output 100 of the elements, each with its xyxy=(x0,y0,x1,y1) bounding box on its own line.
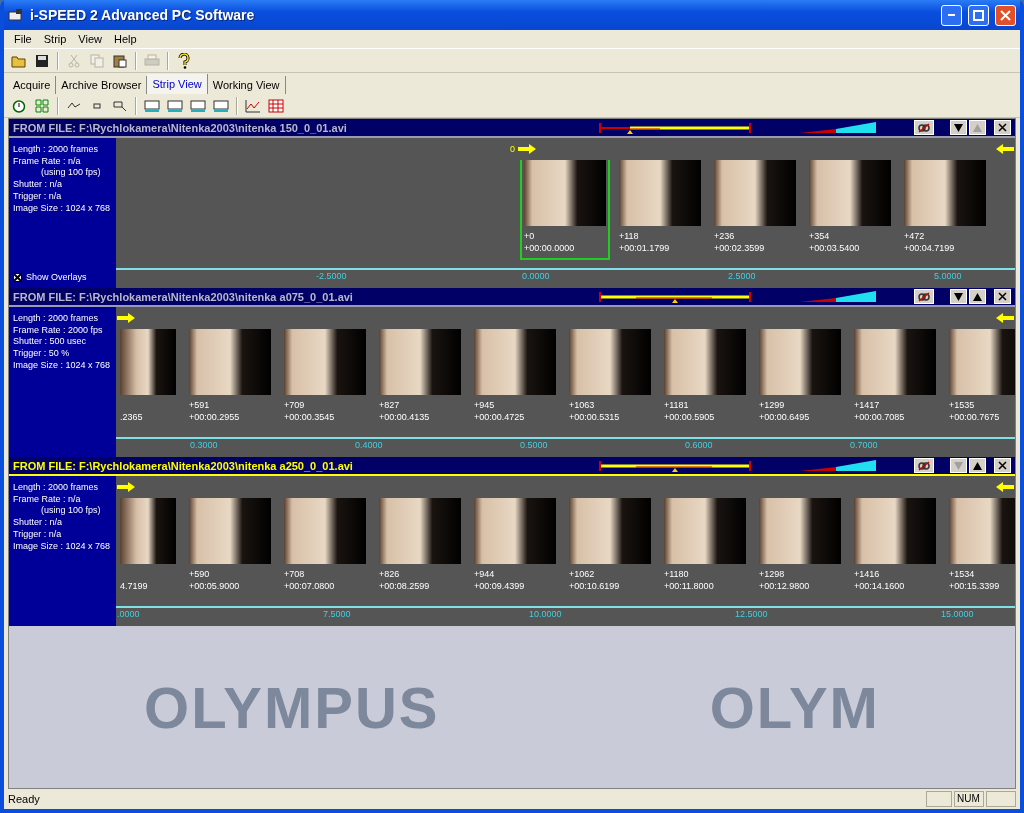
frame-number: +1063 xyxy=(569,399,596,411)
minimize-button[interactable] xyxy=(941,4,962,26)
frame-thumbnail[interactable]: +236 +00:02.3599 xyxy=(710,160,800,260)
overlay-toggle-button[interactable] xyxy=(914,458,934,473)
frame-thumbnail[interactable]: +1181 +00:00.5905 xyxy=(660,329,750,429)
move-down-button[interactable] xyxy=(950,120,967,135)
tab[interactable]: Strip View xyxy=(147,74,208,94)
frame-thumbnail[interactable]: +708 +00:07.0800 xyxy=(280,498,370,598)
info-text: Trigger : n/a xyxy=(13,190,63,203)
frame-time: +00:08.2599 xyxy=(379,580,431,592)
region-icon xyxy=(113,98,127,113)
info-text: Trigger : 50 % xyxy=(13,348,71,360)
left-arrow-icon[interactable] xyxy=(995,143,1015,155)
frame-time: +00:01.1799 xyxy=(619,242,671,254)
down-triangle-icon xyxy=(954,461,963,470)
info-text: (using 100 fps) xyxy=(40,505,102,518)
frame-number: +1299 xyxy=(759,399,786,411)
photo-placeholder xyxy=(949,329,1015,395)
menu-item[interactable]: File xyxy=(8,33,38,45)
frame-thumbnail[interactable]: +1062 +00:10.6199 xyxy=(565,498,655,598)
frame-thumbnail[interactable]: +1299 +00:00.6495 xyxy=(755,329,845,429)
frame-thumbnail[interactable]: +0 +00:00.0000 xyxy=(520,160,610,260)
frame-time: +00:03.5400 xyxy=(809,242,861,254)
frame-time: +00:00.3545 xyxy=(284,411,336,423)
strip-header[interactable]: FROM FILE: F:\Rychlokamera\Nitenka2003\nitenka a250_0_01.avi xyxy=(9,457,1015,476)
photo-placeholder xyxy=(949,498,1015,564)
frame-thumbnail[interactable]: +827 +00:00.4135 xyxy=(375,329,465,429)
frame-thumbnail[interactable]: +1417 +00:00.7085 xyxy=(850,329,940,429)
frame-time: +00:00.5905 xyxy=(664,411,716,423)
right-arrow-icon[interactable] xyxy=(116,481,136,493)
strip-header[interactable]: FROM FILE: F:\Rychlokamera\Nitenka2003\nitenka 150_0_01.avi xyxy=(9,119,1015,138)
frame-number: +1180 xyxy=(664,568,690,580)
copy-icon xyxy=(90,53,104,68)
frame-thumbnail[interactable]: +591 +00:00.2955 xyxy=(185,329,275,429)
folder-icon xyxy=(11,53,27,68)
checkbox[interactable] xyxy=(13,272,22,282)
info-text: Frame Rate : n/a xyxy=(13,155,82,168)
tab[interactable]: Working View xyxy=(207,76,286,94)
strip-layout-icon xyxy=(167,98,183,113)
info-text: Frame Rate : 2000 fps xyxy=(13,324,104,337)
frame-thumbnail[interactable]: +1063 +00:00.5315 xyxy=(565,329,655,429)
maximize-button[interactable] xyxy=(968,4,989,26)
left-arrow-icon[interactable] xyxy=(995,481,1015,493)
tab[interactable]: Acquire xyxy=(8,76,57,94)
frame-number: +1534 xyxy=(949,568,976,580)
frame-time: +00:07.0800 xyxy=(284,580,336,592)
frame-time: +00:15.3399 xyxy=(949,580,1001,592)
menu-item[interactable]: View xyxy=(72,33,108,45)
maximize-icon xyxy=(973,9,984,21)
strip-title: FROM FILE: F:\Rychlokamera\Nitenka2003\nitenka a075_0_01.avi xyxy=(13,290,354,303)
axis-label: 0.0000 xyxy=(522,271,550,281)
frame-time: .2365 xyxy=(120,411,144,423)
frame-thumbnail[interactable]: +118 +00:01.1799 xyxy=(615,160,705,260)
frame-thumbnail[interactable]: +1180 +00:11.8000 xyxy=(660,498,750,598)
logo-text: OLYMPUS xyxy=(144,673,440,741)
photo-placeholder xyxy=(120,329,176,395)
close-strip-button[interactable] xyxy=(994,289,1011,304)
up-triangle-icon xyxy=(973,461,982,470)
frame-thumbnail[interactable]: +590 +00:05.9000 xyxy=(185,498,275,598)
close-strip-button[interactable] xyxy=(994,120,1011,135)
frame-time: +00:00.7085 xyxy=(854,411,906,423)
frame-thumbnail[interactable]: .2365 xyxy=(116,329,180,429)
close-strip-button[interactable] xyxy=(994,458,1011,473)
frame-thumbnail[interactable]: +472 +00:04.7199 xyxy=(900,160,990,260)
frame-thumbnail[interactable]: 4.7199 xyxy=(116,498,180,598)
overlay-toggle-button[interactable] xyxy=(914,120,934,135)
frame-number: +590 xyxy=(189,568,211,580)
frame-thumbnail[interactable]: +1298 +00:12.9800 xyxy=(755,498,845,598)
left-arrow-icon[interactable] xyxy=(995,312,1015,324)
frame-time: +00:14.1600 xyxy=(854,580,906,592)
close-icon xyxy=(998,461,1007,470)
line-icon xyxy=(67,102,81,109)
menu-item[interactable]: Strip xyxy=(37,33,73,45)
axis-label: -2.5000 xyxy=(316,271,347,281)
axis-label: 2.5000 xyxy=(728,271,756,281)
frame-time: +00:00.7675 xyxy=(949,411,1001,423)
close-button[interactable] xyxy=(995,4,1016,26)
frame-thumbnail[interactable]: +1416 +00:14.1600 xyxy=(850,498,940,598)
move-up-button[interactable] xyxy=(969,458,986,473)
strip-layout-icon xyxy=(213,98,229,113)
frame-thumbnail[interactable]: +709 +00:00.3545 xyxy=(280,329,370,429)
move-up-button[interactable] xyxy=(969,289,986,304)
move-down-button[interactable] xyxy=(950,289,967,304)
frame-thumbnail[interactable]: +1535 +00:00.7675 xyxy=(945,329,1015,429)
frame-thumbnail[interactable]: +944 +00:09.4399 xyxy=(470,498,560,598)
overlay-toggle-button[interactable] xyxy=(914,289,934,304)
strip-layout-icon xyxy=(144,98,160,113)
frame-thumbnail[interactable]: +945 +00:00.4725 xyxy=(470,329,560,429)
right-arrow-icon[interactable] xyxy=(517,143,537,155)
menu-item[interactable]: Help xyxy=(108,33,143,45)
axis-label: 12.5000 xyxy=(735,609,768,619)
frame-marker: 0 xyxy=(510,144,515,154)
strip-header[interactable]: FROM FILE: F:\Rychlokamera\Nitenka2003\nitenka a075_0_01.avi xyxy=(9,288,1015,307)
axis-label: 0.3000 xyxy=(190,440,218,450)
frame-thumbnail[interactable]: +826 +00:08.2599 xyxy=(375,498,465,598)
right-arrow-icon[interactable] xyxy=(116,312,136,324)
frame-thumbnail[interactable]: +1534 +00:15.3399 xyxy=(945,498,1015,598)
frame-thumbnail[interactable]: +354 +00:03.5400 xyxy=(805,160,895,260)
clipboard-icon xyxy=(113,53,127,68)
info-text: Shutter : n/a xyxy=(13,179,64,191)
